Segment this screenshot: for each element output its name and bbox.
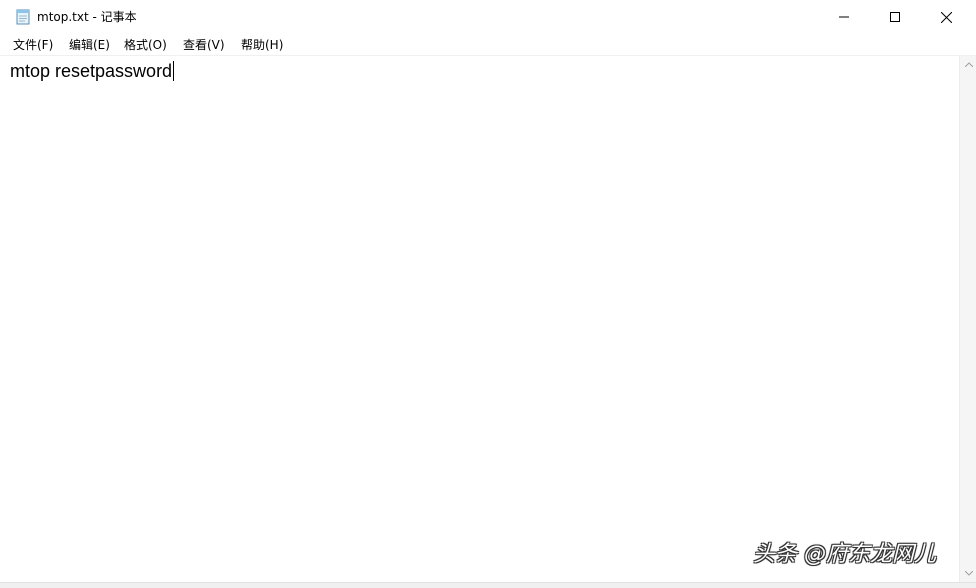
scroll-up-button[interactable] — [960, 56, 976, 73]
notepad-icon — [16, 9, 31, 25]
title-bar: mtop.txt - 记事本 — [0, 0, 976, 34]
scroll-down-button[interactable] — [960, 565, 976, 582]
menu-help[interactable]: 帮助(H) — [241, 37, 283, 53]
editor-text: mtop resetpassword — [10, 61, 173, 81]
text-caret — [173, 61, 175, 81]
editor-content-line[interactable]: mtop resetpassword — [10, 59, 175, 83]
close-icon — [940, 11, 952, 23]
close-button[interactable] — [920, 0, 972, 34]
menu-file[interactable]: 文件(F) — [13, 37, 53, 53]
window-title: mtop.txt - 记事本 — [37, 10, 137, 24]
maximize-button[interactable] — [869, 0, 921, 34]
chevron-up-icon — [964, 62, 973, 67]
minimize-button[interactable] — [818, 0, 870, 34]
vertical-scrollbar[interactable] — [959, 56, 976, 582]
maximize-icon — [890, 12, 900, 22]
horizontal-scrollbar[interactable] — [0, 582, 976, 588]
menu-format[interactable]: 格式(O) — [124, 37, 167, 53]
minimize-icon — [839, 16, 849, 18]
chevron-down-icon — [964, 571, 973, 576]
menu-bar: 文件(F) 编辑(E) 格式(O) 查看(V) 帮助(H) — [0, 34, 976, 56]
watermark: 头条 @府东龙网儿 — [753, 542, 936, 567]
menu-view[interactable]: 查看(V) — [183, 37, 225, 53]
text-editor[interactable]: mtop resetpassword — [0, 56, 960, 582]
menu-edit[interactable]: 编辑(E) — [69, 37, 110, 53]
